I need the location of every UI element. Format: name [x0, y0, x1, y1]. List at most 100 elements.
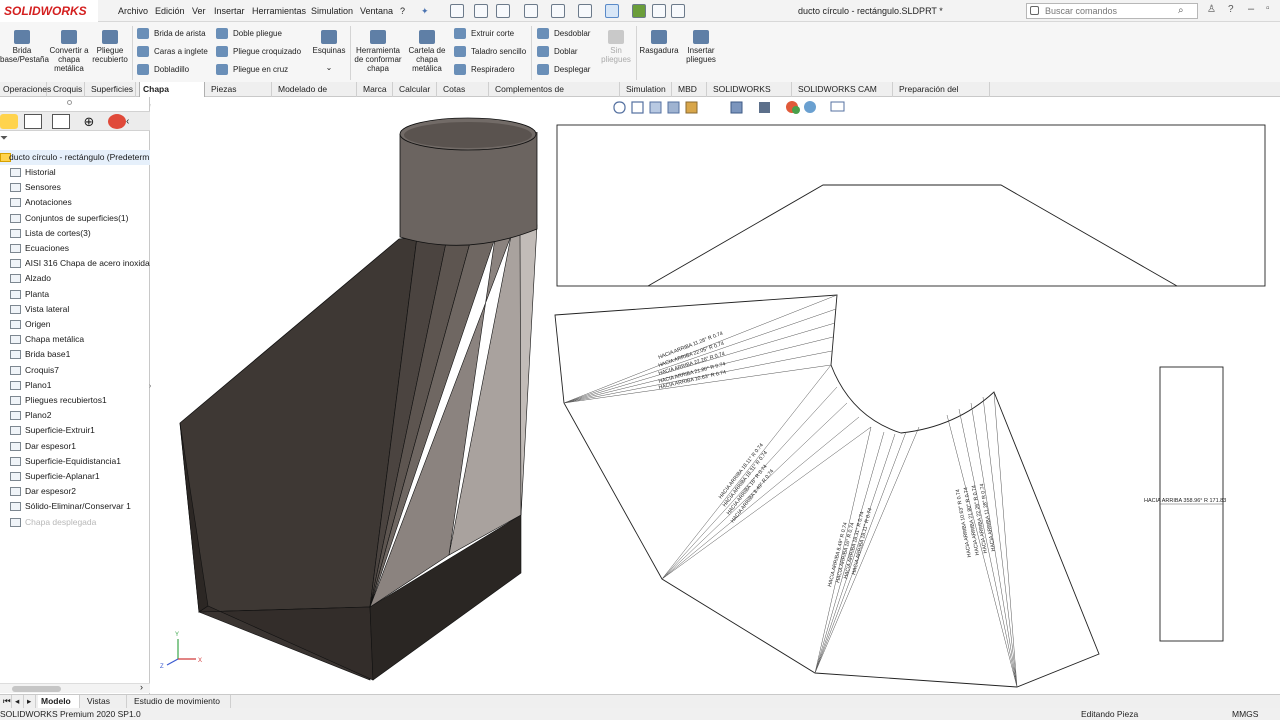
graphics-area[interactable]: HACIA ARRIBA 11.28° R 0.74 HACIA ARRIBA 2…	[151, 97, 1280, 694]
chevron-down-icon[interactable]: ⌄	[310, 63, 348, 72]
solidworks-logo[interactable]: SOLIDWORKS	[0, 0, 98, 22]
cartela-button[interactable]: Cartela de chapa metálica	[406, 30, 448, 73]
undo-icon[interactable]	[578, 4, 592, 18]
tree-item-planta[interactable]: Planta	[0, 287, 150, 302]
dynamic-annotation-icon[interactable]	[685, 101, 698, 114]
tab-vistas-3d[interactable]: Vistas 3D	[84, 695, 127, 719]
monitor-icon[interactable]	[830, 101, 845, 112]
tab-mbd[interactable]: MBD	[675, 82, 707, 97]
desdoblar-button[interactable]: Desdoblar	[537, 28, 590, 40]
nav-first-icon[interactable]: ⏮	[0, 695, 12, 708]
appearance-icon[interactable]	[786, 101, 800, 114]
new-document-icon[interactable]	[474, 4, 488, 18]
options-gear-icon[interactable]	[671, 4, 685, 18]
menu-edicion[interactable]: Edición	[155, 0, 185, 22]
menu-insertar[interactable]: Insertar	[214, 0, 245, 22]
nav-prev-icon[interactable]: ◂	[12, 695, 24, 708]
property-manager-tab-icon[interactable]	[24, 114, 42, 129]
herramienta-conformar-button[interactable]: Herramienta de conformar chapa	[352, 30, 404, 73]
previous-view-icon[interactable]	[649, 101, 662, 114]
display-style-icon[interactable]	[759, 102, 770, 113]
tab-croquis[interactable]: Croquis	[50, 82, 85, 97]
user-icon[interactable]: ♙	[1207, 4, 1216, 15]
tree-item-brida-base1[interactable]: Brida base1	[0, 347, 150, 362]
tree-item-chapa-metalica[interactable]: Chapa metálica	[0, 332, 150, 347]
taladro-sencillo-button[interactable]: Taladro sencillo	[454, 46, 526, 58]
save-icon[interactable]	[524, 4, 538, 18]
pliegue-cruz-button[interactable]: Pliegue en cruz	[216, 64, 288, 76]
tab-piezas-soldadas[interactable]: Piezas soldadas	[208, 82, 272, 109]
open-icon[interactable]	[496, 4, 510, 18]
tree-item-vista-lateral[interactable]: Vista lateral	[0, 302, 150, 317]
brida-arista-button[interactable]: Brida de arista	[137, 28, 206, 40]
tab-operaciones[interactable]: Operaciones	[0, 82, 51, 97]
scene-icon[interactable]	[804, 101, 816, 113]
tree-item-superficie-extruir1[interactable]: Superficie-Extruir1	[0, 423, 150, 438]
tree-item-sensores[interactable]: Sensores	[0, 180, 150, 195]
menu-archivo[interactable]: Archivo	[118, 0, 148, 22]
duct-3d-model[interactable]	[179, 117, 538, 681]
tab-solidworks-cam-tbm[interactable]: SOLIDWORKS CAM TBM	[795, 82, 893, 109]
sin-pliegues-button[interactable]: Sin pliegues	[598, 30, 634, 64]
tree-item-dar-espesor2[interactable]: Dar espesor2	[0, 484, 150, 499]
tab-cotas-mbd[interactable]: Cotas MBD	[440, 82, 489, 109]
tree-item-pliegues-recubiertos1[interactable]: Pliegues recubiertos1	[0, 393, 150, 408]
insertar-pliegues-button[interactable]: Insertar pliegues	[680, 30, 722, 64]
tree-root-part[interactable]: ducto círculo - rectángulo (Predeterm	[0, 150, 150, 165]
tree-item-superficie-equidistancia1[interactable]: Superficie-Equidistancia1	[0, 454, 150, 469]
tree-item-aisi-316-chapa-de-acero-inoxidabl[interactable]: AISI 316 Chapa de acero inoxidabl	[0, 256, 150, 271]
tree-item-lista-de-cortes-3[interactable]: Lista de cortes(3)	[0, 226, 150, 241]
dimxpert-tab-icon[interactable]: ⊕	[80, 114, 98, 129]
doblar-button[interactable]: Doblar	[537, 46, 578, 58]
menu-simulation[interactable]: Simulation	[311, 0, 353, 22]
scroll-thumb[interactable]	[12, 686, 61, 692]
tree-item-plano2[interactable]: Plano2	[0, 408, 150, 423]
home-icon[interactable]	[450, 4, 464, 18]
panel-grip-icon[interactable]	[67, 100, 72, 105]
feature-manager-tab-icon[interactable]	[0, 114, 18, 129]
dobladillo-button[interactable]: Dobladillo	[137, 64, 189, 76]
configuration-manager-tab-icon[interactable]	[52, 114, 70, 129]
pliegue-recubierto-button[interactable]: Pliegue recubierto	[90, 30, 130, 64]
tree-item-conjuntos-de-superficies-1[interactable]: Conjuntos de superficies(1)	[0, 211, 150, 226]
status-units[interactable]: MMGS	[1232, 708, 1258, 720]
rebuild-icon[interactable]	[632, 4, 646, 18]
restore-icon[interactable]: ▫	[1266, 3, 1270, 14]
menu-ver[interactable]: Ver	[192, 0, 206, 22]
flat-pattern-main-part[interactable]: HACIA ARRIBA 11.28° R 0.74HACIA ARRIBA 2…	[554, 294, 1100, 688]
view-orientation-icon[interactable]	[730, 101, 743, 114]
section-view-icon[interactable]	[667, 101, 680, 114]
tree-item-ecuaciones[interactable]: Ecuaciones	[0, 241, 150, 256]
zoom-area-icon[interactable]	[631, 101, 644, 114]
pliegue-croquizado-button[interactable]: Pliegue croquizado	[216, 46, 301, 58]
tree-item-plano1[interactable]: Plano1	[0, 378, 150, 393]
tree-item-anotaciones[interactable]: Anotaciones	[0, 195, 150, 210]
respiradero-button[interactable]: Respiradero	[454, 64, 515, 76]
panel-horizontal-scrollbar[interactable]: ›	[0, 682, 150, 693]
tree-item-historial[interactable]: Historial	[0, 165, 150, 180]
tab-calcular[interactable]: Calcular	[396, 82, 437, 97]
menu-help[interactable]: ?	[400, 0, 405, 22]
minimize-icon[interactable]: –	[1248, 3, 1254, 15]
convertir-chapa-button[interactable]: Convertir a chapa metálica	[48, 30, 90, 73]
menu-herramientas[interactable]: Herramientas	[252, 0, 306, 22]
display-manager-tab-icon[interactable]	[108, 114, 126, 129]
chevron-left-icon[interactable]: ‹	[126, 114, 136, 129]
chevron-right-icon[interactable]: ›	[140, 682, 143, 692]
caras-inglete-button[interactable]: Caras a inglete	[137, 46, 208, 58]
tree-item-chapa-desplegada[interactable]: Chapa desplegada	[0, 515, 150, 530]
tab-estudio-movimiento[interactable]: Estudio de movimiento 1	[131, 695, 231, 719]
help-icon[interactable]: ?	[1228, 4, 1234, 15]
doble-pliegue-button[interactable]: Doble pliegue	[216, 28, 282, 40]
search-input[interactable]: Buscar comandos	[1026, 3, 1198, 19]
tab-modelo[interactable]: Modelo	[38, 695, 80, 708]
file-properties-icon[interactable]	[652, 4, 666, 18]
select-pointer-icon[interactable]	[605, 4, 619, 18]
tree-item-dar-espesor1[interactable]: Dar espesor1	[0, 439, 150, 454]
tab-superficies[interactable]: Superficies	[88, 82, 136, 97]
tree-item-superficie-aplanar1[interactable]: Superficie-Aplanar1	[0, 469, 150, 484]
nav-next-icon[interactable]: ▸	[24, 695, 36, 708]
filter-icon[interactable]: ⏷	[0, 133, 8, 144]
brida-base-button[interactable]: Brida base/Pestaña	[0, 30, 49, 64]
esquinas-button[interactable]: Esquinas ⌄	[310, 30, 348, 72]
